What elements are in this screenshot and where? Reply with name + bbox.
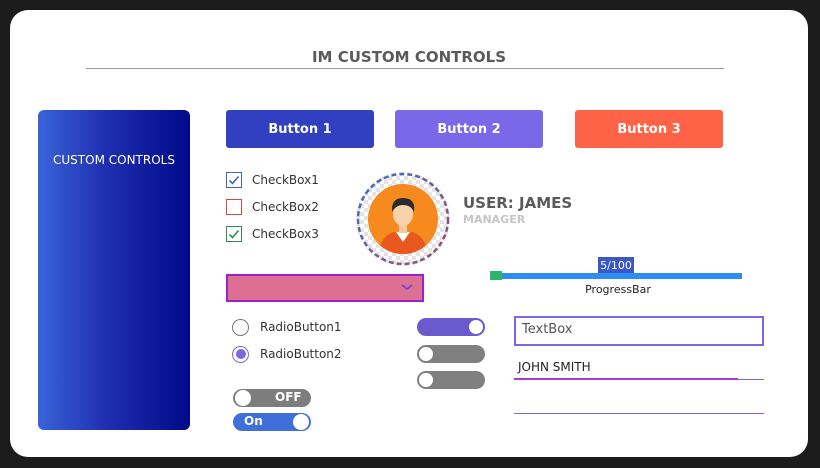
on-toggle[interactable]: On (233, 413, 311, 431)
empty-input-field[interactable] (514, 413, 764, 414)
main-window: IM CUSTOM CONTROLS CUSTOM CONTROLS Butto… (10, 10, 808, 457)
radio-1-label: RadioButton1 (260, 320, 342, 334)
checkbox-1[interactable]: CheckBox1 (226, 170, 319, 190)
checkbox-1-label: CheckBox1 (252, 173, 319, 187)
on-toggle-label: On (244, 414, 263, 428)
radio-2-dot (235, 349, 246, 359)
switch-3-knob (419, 373, 433, 387)
switch-1-knob (469, 320, 483, 334)
name-field-accent (514, 378, 738, 380)
name-field-value: JOHN SMITH (518, 360, 591, 374)
chevron-down-icon[interactable] (400, 282, 414, 292)
checkbox-3[interactable]: CheckBox3 (226, 224, 319, 244)
side-panel: CUSTOM CONTROLS (38, 110, 190, 430)
checkbox-2-box[interactable] (226, 199, 242, 215)
combo-box[interactable] (226, 274, 424, 302)
off-toggle-label: OFF (275, 390, 302, 404)
checkbox-3-label: CheckBox3 (252, 227, 319, 241)
radio-button-2[interactable]: RadioButton2 (232, 344, 342, 364)
progress-fill (490, 271, 502, 280)
user-name: USER: JAMES (463, 194, 573, 212)
radio-2-circle[interactable] (232, 345, 249, 363)
progress-value: 5/100 (598, 257, 634, 273)
user-avatar-icon (356, 172, 450, 266)
page-title: IM CUSTOM CONTROLS (311, 48, 507, 66)
button-2[interactable]: Button 2 (395, 110, 543, 148)
switch-toggle-3[interactable] (417, 371, 485, 389)
name-field[interactable]: JOHN SMITH (514, 360, 764, 380)
button-1[interactable]: Button 1 (226, 110, 374, 148)
checkbox-2-label: CheckBox2 (252, 200, 319, 214)
check-icon (228, 229, 240, 239)
checkbox-1-box[interactable] (226, 172, 242, 188)
progress-track (490, 273, 742, 279)
on-toggle-knob (293, 414, 309, 430)
off-toggle-knob (235, 390, 251, 406)
button-3[interactable]: Button 3 (575, 110, 723, 148)
radio-button-1[interactable]: RadioButton1 (232, 317, 342, 337)
text-box[interactable]: TextBox (514, 316, 764, 346)
checkbox-3-box[interactable] (226, 226, 242, 242)
switch-2-knob (419, 347, 433, 361)
checkbox-2[interactable]: CheckBox2 (226, 197, 319, 217)
switch-toggle-1[interactable] (417, 318, 485, 336)
title-divider (86, 68, 724, 69)
user-role: MANAGER (463, 213, 526, 226)
side-panel-label: CUSTOM CONTROLS (53, 153, 175, 167)
progress-caption: ProgressBar (585, 283, 651, 296)
check-icon (228, 175, 240, 185)
switch-toggle-2[interactable] (417, 345, 485, 363)
avatar (356, 172, 450, 266)
radio-2-label: RadioButton2 (260, 347, 342, 361)
radio-1-circle[interactable] (232, 318, 249, 336)
off-toggle[interactable]: OFF (233, 389, 311, 407)
